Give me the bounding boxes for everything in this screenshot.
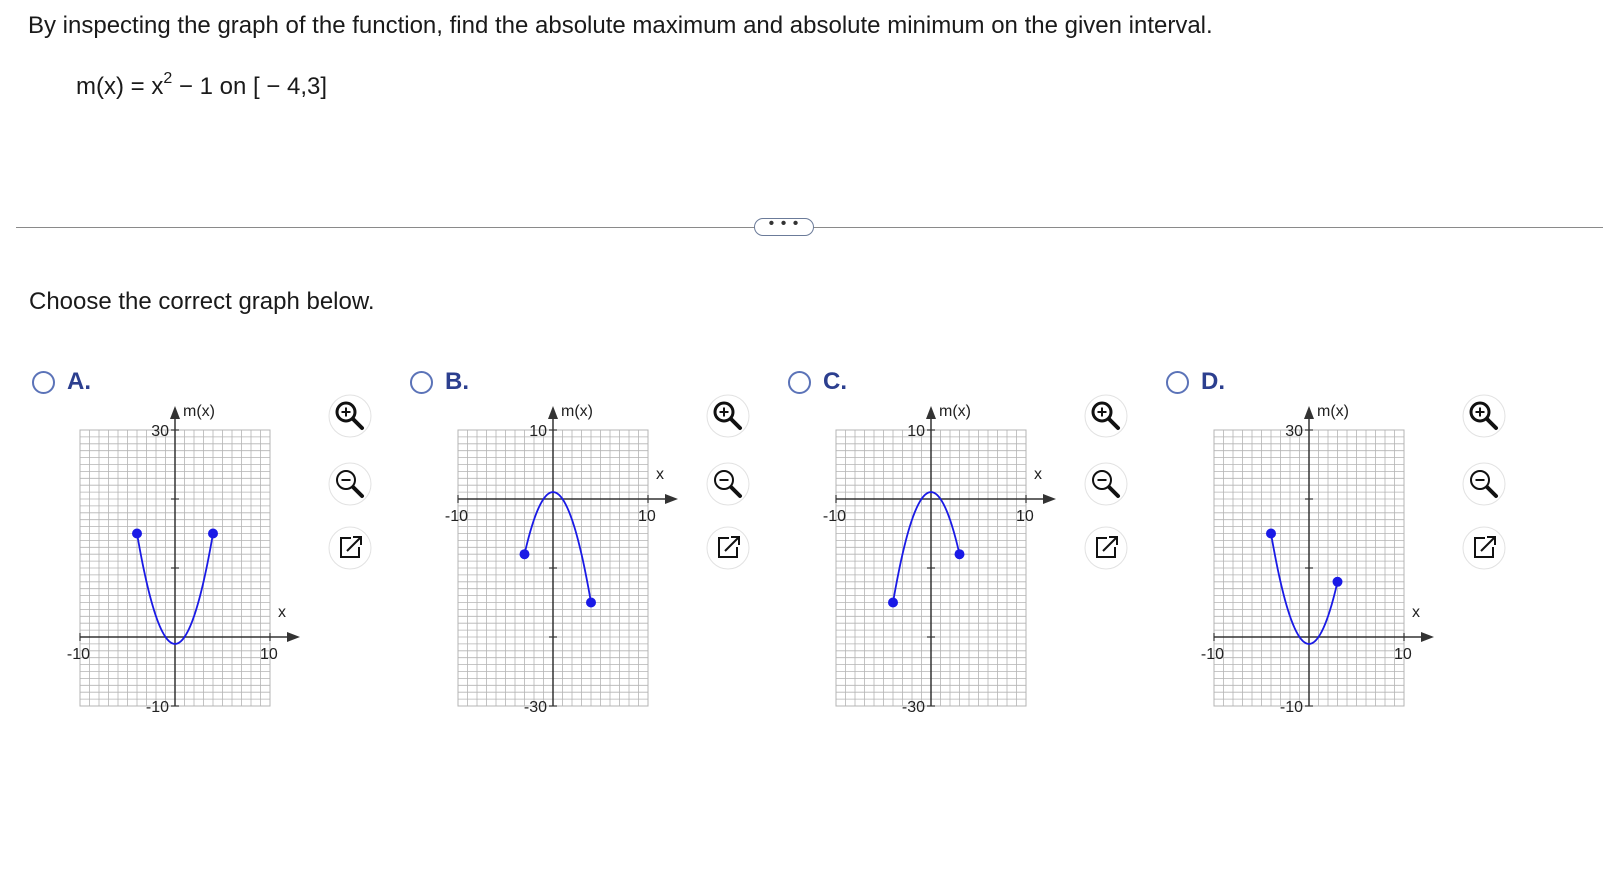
radio-a[interactable] bbox=[32, 370, 55, 394]
left-endpoint bbox=[132, 528, 142, 539]
option-a-select[interactable]: A. bbox=[32, 368, 91, 396]
y-max-tick-label: 10 bbox=[529, 423, 547, 440]
y-axis-arrow bbox=[548, 406, 558, 419]
zoom-in-button-b[interactable] bbox=[704, 392, 752, 440]
right-endpoint bbox=[954, 549, 965, 560]
zoom-in-button-c[interactable] bbox=[1082, 392, 1130, 440]
y-axis-label: m(x) bbox=[1317, 403, 1349, 420]
option-c: C. m(x) x 10 -30 -10 10 bbox=[786, 360, 1176, 740]
graph-a: m(x) x 30 -10 -10 10 bbox=[67, 403, 300, 716]
x-max-tick-label: 10 bbox=[638, 508, 656, 525]
x-min-tick-label: -10 bbox=[823, 508, 846, 525]
y-axis-arrow bbox=[170, 406, 180, 419]
open-window-button-b[interactable] bbox=[704, 524, 752, 572]
zoom-out-button-b[interactable] bbox=[704, 460, 752, 508]
formula-right: − 1 on [ − 4,3] bbox=[172, 73, 328, 100]
option-d-letter: D. bbox=[1201, 368, 1225, 395]
option-a-letter: A. bbox=[67, 368, 91, 395]
option-c-select[interactable]: C. bbox=[788, 368, 847, 396]
right-endpoint bbox=[208, 528, 218, 539]
x-max-tick-label: 10 bbox=[1394, 646, 1412, 663]
open-window-button-a[interactable] bbox=[326, 524, 374, 572]
graph-d: m(x) x 30 -10 -10 10 bbox=[1201, 403, 1434, 716]
x-max-tick-label: 10 bbox=[1016, 508, 1034, 525]
option-b-letter: B. bbox=[445, 368, 469, 395]
x-axis-arrow bbox=[665, 494, 678, 504]
x-min-tick-label: -10 bbox=[445, 508, 468, 525]
y-min-tick-label: -10 bbox=[146, 699, 169, 716]
option-a: A. m(x) x 30 -10 -10 10 bbox=[30, 360, 420, 740]
x-min-tick-label: -10 bbox=[67, 646, 90, 663]
graph-c: m(x) x 10 -30 -10 10 bbox=[823, 403, 1056, 716]
y-axis-label: m(x) bbox=[561, 403, 593, 420]
open-window-button-c[interactable] bbox=[1082, 524, 1130, 572]
question-text: By inspecting the graph of the function,… bbox=[28, 12, 1213, 39]
option-d: D. m(x) x 30 -10 -10 10 bbox=[1164, 360, 1554, 740]
x-axis-arrow bbox=[1043, 494, 1056, 504]
option-b-select[interactable]: B. bbox=[410, 368, 469, 396]
x-min-tick-label: -10 bbox=[1201, 646, 1224, 663]
x-axis-arrow bbox=[1421, 632, 1434, 642]
left-endpoint bbox=[1266, 528, 1276, 539]
right-endpoint bbox=[1332, 576, 1343, 587]
x-max-tick-label: 10 bbox=[260, 646, 278, 663]
zoom-in-button-d[interactable] bbox=[1460, 392, 1508, 440]
y-max-tick-label: 30 bbox=[151, 423, 169, 440]
y-axis-label: m(x) bbox=[183, 403, 215, 420]
left-endpoint bbox=[519, 549, 530, 560]
x-axis-arrow bbox=[287, 632, 300, 642]
y-min-tick-label: -30 bbox=[524, 699, 547, 716]
graph-b: m(x) x 10 -30 -10 10 bbox=[445, 403, 678, 716]
zoom-out-button-d[interactable] bbox=[1460, 460, 1508, 508]
y-max-tick-label: 30 bbox=[1285, 423, 1303, 440]
right-endpoint bbox=[586, 597, 596, 608]
radio-d[interactable] bbox=[1166, 370, 1189, 394]
option-b: B. m(x) x 10 -30 -10 10 bbox=[408, 360, 798, 740]
y-max-tick-label: 10 bbox=[907, 423, 925, 440]
x-axis-label: x bbox=[278, 604, 286, 621]
x-axis-label: x bbox=[656, 466, 664, 483]
y-min-tick-label: -10 bbox=[1280, 699, 1303, 716]
more-button[interactable]: • • • bbox=[754, 216, 814, 236]
choose-prompt: Choose the correct graph below. bbox=[29, 288, 375, 315]
radio-c[interactable] bbox=[788, 370, 811, 394]
radio-b[interactable] bbox=[410, 370, 433, 394]
y-axis-arrow bbox=[926, 406, 936, 419]
open-window-button-d[interactable] bbox=[1460, 524, 1508, 572]
formula-exponent: 2 bbox=[163, 70, 173, 87]
option-d-select[interactable]: D. bbox=[1166, 368, 1225, 396]
left-endpoint bbox=[888, 597, 898, 608]
y-min-tick-label: -30 bbox=[902, 699, 925, 716]
zoom-in-button-a[interactable] bbox=[326, 392, 374, 440]
x-axis-label: x bbox=[1412, 604, 1420, 621]
y-axis-arrow bbox=[1304, 406, 1314, 419]
function-formula: m(x) = x2 − 1 on [ − 4,3] bbox=[76, 70, 328, 101]
zoom-out-button-c[interactable] bbox=[1082, 460, 1130, 508]
formula-left: m(x) = x bbox=[76, 73, 164, 100]
zoom-out-button-a[interactable] bbox=[326, 460, 374, 508]
y-axis-label: m(x) bbox=[939, 403, 971, 420]
option-c-letter: C. bbox=[823, 368, 847, 395]
x-axis-label: x bbox=[1034, 466, 1042, 483]
